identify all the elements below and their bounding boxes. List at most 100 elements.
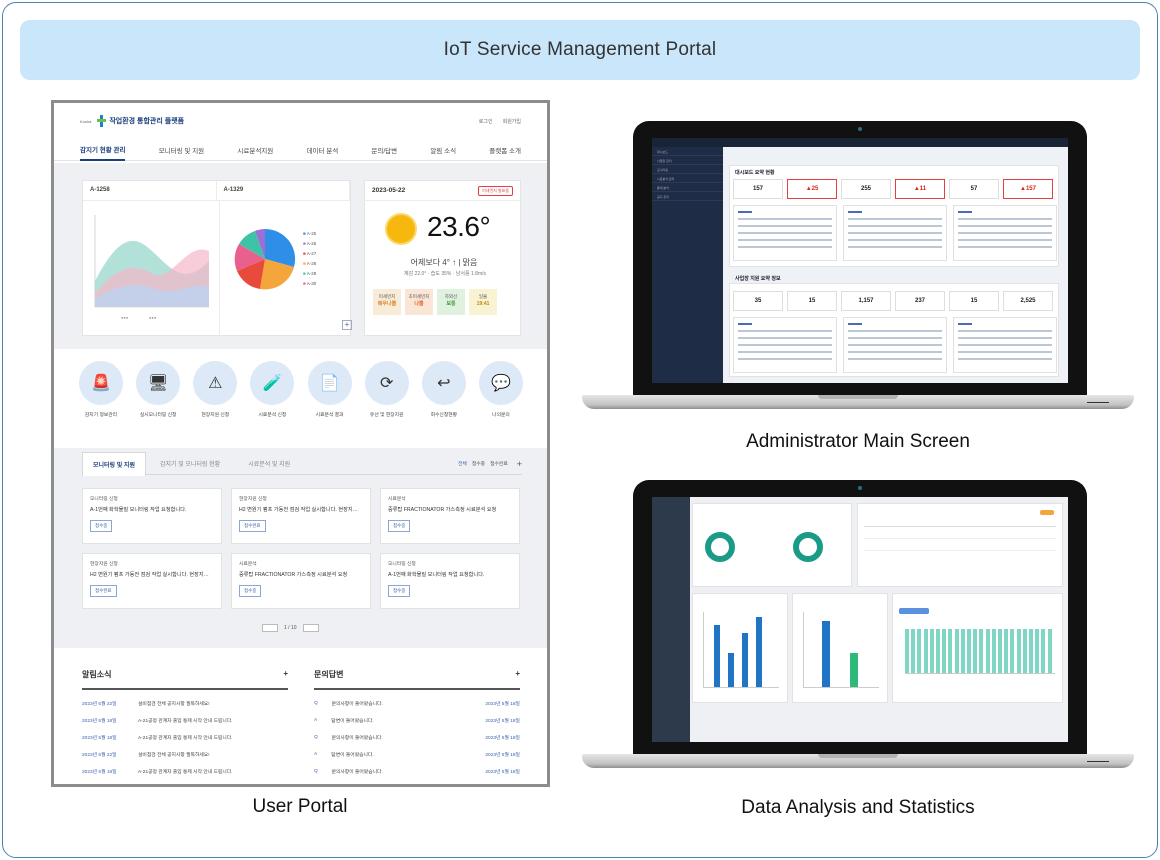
report-icon: 📄: [307, 361, 352, 405]
sensor-chart-card: A-1258 A-1329 ●●● ●●● ■ A-25 ■ A-26 ■ A-2…: [82, 180, 352, 336]
card-status-button[interactable]: 접수완료: [239, 520, 266, 532]
admin-panel-3: [953, 205, 1057, 261]
admin-sidebar-item[interactable]: 통계 분석: [652, 183, 723, 192]
card-status-button[interactable]: 접수중: [388, 520, 411, 532]
filter-done[interactable]: 접수완료: [490, 460, 508, 467]
admin-sidebar-item[interactable]: 모니터링: [652, 165, 723, 174]
stat-bar: [1022, 629, 1027, 673]
air-quality-row: 미세먼지 매우나쁨 초미세먼지 나쁨 자외선 보통 일몰 19:41: [373, 289, 497, 315]
request-card[interactable]: 현장지원 신청 H2 변원기 펌프 가동전 점검 작업 실시합니다. 현장지… …: [231, 488, 371, 544]
camera-icon-2: [858, 486, 862, 490]
nav-item-qna[interactable]: 문의/답변: [371, 145, 397, 155]
card-status-button[interactable]: 접수중: [90, 520, 113, 532]
pie-legend-5: ■ A-29: [303, 271, 317, 276]
request-card[interactable]: 현장지원 신청 H2 변원기 펌프 가동전 점검 작업 실시합니다. 현장지… …: [82, 553, 222, 609]
card-category: 현장지원 신청: [239, 497, 267, 502]
card-text: H2 변원기 펌프 가동전 점검 작업 실시합니다. 현장지…: [239, 507, 358, 513]
bar-chart-card-2: [792, 593, 888, 703]
login-link[interactable]: 로그인: [479, 118, 493, 125]
monitor-icon: 🖥: [136, 361, 181, 405]
filter-received[interactable]: 접수중: [472, 460, 485, 467]
admin-kpi: ▲11: [895, 179, 945, 199]
nav-item-news[interactable]: 알림 소식: [430, 145, 456, 155]
bar-chart-card-1: [692, 593, 788, 703]
tab-sensor-status[interactable]: 감지기 및 모니터링 현황: [146, 452, 234, 475]
qna-row[interactable]: Q 문의사항이 들어왔습니다. 2023년 5월 18일: [314, 763, 520, 780]
service-item[interactable]: ↩ 회수신청현황: [419, 361, 469, 418]
nav-item-sample[interactable]: 시료분석지원: [237, 145, 273, 155]
card-status-button[interactable]: 접수중: [239, 585, 262, 597]
request-card[interactable]: 시료분석 중류탑 FRACTIONATOR 가스측정 시료분석 요청 접수중: [380, 488, 520, 544]
admin-sidebar-item[interactable]: 시료분석 관리: [652, 174, 723, 183]
notice-row[interactable]: 2023년 5월 18일 A-21공정 관계자 출입 통제 시작 안내 드립니다.: [82, 763, 288, 780]
pie-legend-4: ■ A-28: [303, 261, 317, 266]
prev-page-button[interactable]: [262, 624, 278, 632]
card-text: A-1번째 화학물질 모니터링 작업 요청합니다.: [388, 572, 485, 578]
pie-chart: [234, 228, 296, 290]
notice-row[interactable]: 2023년 5월 22일 설비점검 전체 공지사항 필독하세요!: [82, 746, 288, 763]
chart-add-button[interactable]: +: [342, 320, 352, 330]
service-item[interactable]: 🚨 감지기 정보관리: [76, 361, 126, 418]
qna-list: 문의답변 + Q 문의사항이 들어왔습니다. 2023년 5월 18일 A 답변이 들어왔…: [314, 669, 520, 780]
chat-icon: 💬: [478, 361, 523, 405]
air-quality-item: 자외선 보통: [437, 289, 465, 315]
admin-section2-title: 사업장 지원 요약 정보: [735, 276, 781, 282]
request-card[interactable]: 모니터링 신청 A-1번째 화학물질 모니터링 작업 요청합니다. 접수중: [82, 488, 222, 544]
notice-title: 알림소식: [82, 670, 112, 679]
stat-bar: [911, 629, 916, 673]
service-item[interactable]: ⚠ 현장지원 신청: [190, 361, 240, 418]
nav-item-sensor[interactable]: 감지기 현황 관리: [80, 144, 126, 161]
nav-item-monitoring[interactable]: 모니터링 및 지원: [159, 145, 204, 155]
request-card[interactable]: 모니터링 신청 A-1번째 화학물질 모니터링 작업 요청합니다. 접수중: [380, 553, 520, 609]
svg-text:●●●: ●●●: [121, 315, 129, 320]
qna-row[interactable]: A 답변이 들어왔습니다. 2023년 5월 18일: [314, 746, 520, 763]
service-item[interactable]: 💬 나의문의: [476, 361, 526, 418]
tab-sample[interactable]: 시료분석 및 지원: [234, 452, 304, 475]
stat-bar: [998, 629, 1002, 673]
admin-sidebar-item[interactable]: 사업장 관리: [652, 156, 723, 165]
tab-monitoring[interactable]: 모니터링 및 지원: [82, 451, 146, 476]
qna-row[interactable]: Q 문의사항이 들어왔습니다. 2023년 5월 18일: [314, 695, 520, 712]
stat-bar: [985, 629, 990, 673]
svg-text:●●●: ●●●: [149, 315, 157, 320]
nav-item-about[interactable]: 플랫폼 소개: [489, 145, 521, 155]
add-icon[interactable]: +: [517, 459, 522, 469]
page-indicator: 1 / 10: [284, 625, 297, 631]
service-item[interactable]: 🖥 실시모니터링 신청: [133, 361, 183, 418]
notice-row[interactable]: 2023년 5월 18일 A-21공정 관계자 출입 통제 시작 안내 드립니다.: [82, 729, 288, 746]
qna-row[interactable]: A 답변이 들어왔습니다. 2023년 5월 18일: [314, 712, 520, 729]
weather-date: 2023-05-22: [372, 187, 406, 194]
service-item[interactable]: ⟳ 유선 및 현장지원: [362, 361, 412, 418]
dust-alert-badge: 미세먼지 발표중: [478, 185, 513, 196]
admin-sidebar-item[interactable]: 공지 관리: [652, 192, 723, 201]
service-item[interactable]: 🧪 시료분석 신청: [247, 361, 297, 418]
admin-panel-2: [843, 205, 947, 261]
analysis-screen: [652, 497, 1068, 742]
qna-row[interactable]: Q 문의사항이 들어왔습니다. 2023년 5월 18일: [314, 729, 520, 746]
service-item[interactable]: 📄 시료분석 결과: [305, 361, 355, 418]
signup-link[interactable]: 회원가입: [503, 118, 521, 125]
card-status-button[interactable]: 접수완료: [90, 585, 117, 597]
card-status-button[interactable]: 접수중: [388, 585, 411, 597]
nav-item-data[interactable]: 데이터 분석: [306, 145, 338, 155]
notice-row[interactable]: 2023년 5월 18일 A-21공정 관계자 출입 통제 시작 안내 드립니다.: [82, 712, 288, 729]
qna-title: 문의답변: [314, 670, 344, 679]
pie-legend-2: ■ A-26: [303, 241, 317, 246]
chart-header-a1258: A-1258: [83, 181, 217, 200]
pagination: 1 / 10: [262, 624, 319, 632]
notice-row[interactable]: 2023년 5월 22일 설비점검 전체 공지사항 필독하세요!: [82, 695, 288, 712]
portal-logo[interactable]: Kosha 작업환경 통합관리 플랫폼: [80, 115, 184, 127]
caption-user-portal: User Portal: [252, 796, 348, 817]
portal-header: Kosha 작업환경 통합관리 플랫폼 로그인 회원가입: [54, 103, 547, 139]
stat-bar: [973, 629, 978, 673]
filter-all[interactable]: 전체: [458, 460, 467, 467]
next-page-button[interactable]: [302, 624, 319, 632]
stat-bar: [1010, 629, 1015, 673]
admin-sidebar-item[interactable]: 대시보드: [652, 147, 723, 156]
qna-more-icon[interactable]: +: [515, 669, 520, 680]
sun-icon: [387, 215, 415, 243]
card-category: 시료분석: [239, 562, 257, 567]
notice-more-icon[interactable]: +: [283, 669, 288, 680]
request-card[interactable]: 시료분석 중류탑 FRACTIONATOR 가스측정 시료분석 요청 접수중: [231, 553, 371, 609]
admin-panel-4: [733, 317, 837, 373]
